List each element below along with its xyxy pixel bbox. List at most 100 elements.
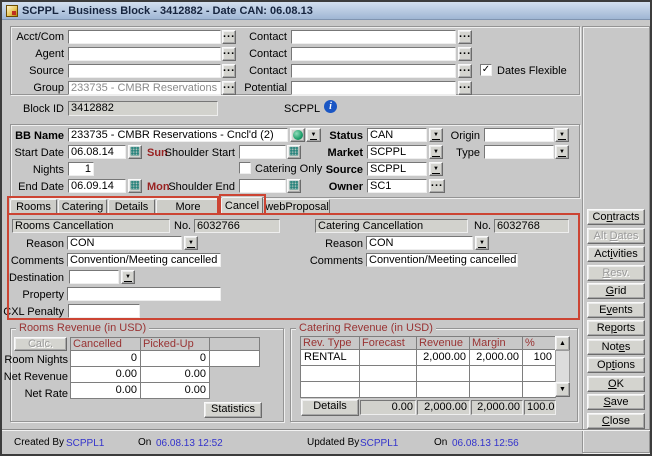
created-on-value: 06.08.13 12:52 (156, 438, 223, 449)
contracts-button[interactable]: Contracts (587, 209, 645, 225)
market-field[interactable]: SCPPL (367, 145, 427, 159)
button-label: Re (597, 322, 611, 334)
owner-lov-button[interactable]: ... (429, 179, 445, 193)
tab-catering[interactable]: Catering (58, 199, 107, 214)
shoulder-end-field[interactable] (239, 179, 286, 193)
notes-button[interactable]: Notes (587, 339, 645, 355)
catering-cancellation-no-field: 6032768 (494, 219, 569, 233)
empty-row-cell (359, 365, 417, 382)
agent-field[interactable] (68, 47, 221, 61)
button-label: ions (615, 359, 635, 371)
end-date-label: End Date (2, 181, 64, 193)
room-nights-label: Room Nights (2, 354, 68, 366)
catering-reason-field[interactable]: CON (366, 236, 473, 250)
potential-lov-button[interactable]: ... (458, 81, 472, 95)
ok-button[interactable]: OK (587, 376, 645, 392)
group-field[interactable]: 233735 - CMBR Reservations - Cncl'd (68, 81, 221, 95)
button-label: E (599, 304, 606, 316)
info-icon[interactable]: i (324, 100, 337, 113)
bb-name-field[interactable]: 233735 - CMBR Reservations - Cncl'd (2) (68, 128, 288, 142)
acct-com-field[interactable] (68, 30, 221, 44)
cxl-penalty-field[interactable] (68, 304, 140, 318)
scroll-up-button[interactable]: ▲ (555, 336, 570, 351)
scroll-down-button[interactable]: ▼ (555, 382, 570, 397)
total-revenue-field: 2,000.00 (417, 400, 470, 415)
button-hotkey: C (602, 415, 610, 427)
source-field[interactable] (68, 64, 221, 78)
end-date-field[interactable]: 06.09.14 (68, 179, 126, 193)
details-button[interactable]: Details (301, 399, 359, 416)
tab-more[interactable]: More (156, 199, 220, 214)
tab-rooms[interactable]: Rooms (10, 199, 57, 214)
block-id-label: Block ID (2, 103, 64, 115)
catering-comments-field[interactable]: Convention/Meeting cancelled (366, 253, 518, 267)
start-date-field[interactable]: 06.08.14 (68, 145, 126, 159)
rooms-comments-field[interactable]: Convention/Meeting cancelled (67, 253, 221, 267)
created-on-label: On (138, 437, 151, 448)
net-rate-picked-up: 0.00 (140, 382, 210, 399)
destination-field[interactable] (69, 270, 119, 284)
rooms-reason-label: Reason (2, 238, 64, 250)
type-dropdown-button[interactable]: ▼ (555, 145, 569, 159)
owner-field[interactable]: SC1 (367, 179, 427, 193)
catering-reason-dropdown-button[interactable]: ▼ (475, 236, 489, 250)
button-label: Not (602, 341, 619, 353)
shoulder-start-field[interactable] (239, 145, 286, 159)
grid-button[interactable]: Grid (587, 283, 645, 299)
net-revenue-picked-up: 0.00 (140, 366, 210, 383)
rooms-cancellation-title-field: Rooms Cancellation (12, 219, 170, 233)
type-field[interactable] (484, 145, 554, 159)
contact1-lov-button[interactable]: ... (458, 30, 472, 44)
contact2-field[interactable] (291, 47, 456, 61)
rooms-reason-field[interactable]: CON (67, 236, 182, 250)
status-field[interactable]: CAN (367, 128, 427, 142)
end-date-calendar-button[interactable]: ▦ (128, 179, 142, 193)
resv-button[interactable]: Resv. (587, 265, 645, 281)
origin-dropdown-button[interactable]: ▼ (555, 128, 569, 142)
statistics-button[interactable]: Statistics (204, 402, 262, 418)
contact2-lov-button[interactable]: ... (458, 47, 472, 61)
rooms-revenue-title: Rooms Revenue (in USD) (16, 322, 149, 334)
contact3-lov-button[interactable]: ... (458, 64, 472, 78)
alt-dates-button[interactable]: Alt Dates (587, 228, 645, 244)
activities-button[interactable]: Activities (587, 246, 645, 262)
owner-label: Owner (282, 181, 363, 193)
property-field[interactable] (67, 287, 221, 301)
potential-field[interactable] (291, 81, 456, 95)
button-label: lose (610, 415, 630, 427)
tab-cancel[interactable]: Cancel (221, 197, 263, 215)
source2-dropdown-button[interactable]: ▼ (429, 162, 443, 176)
block-id-field: 3412882 (68, 101, 218, 116)
empty-row-cell (416, 381, 470, 398)
dates-flexible-checkbox[interactable]: ✓ (480, 64, 492, 76)
rooms-no-label: No. (174, 220, 191, 232)
total-forecast-field: 0.00 (360, 400, 416, 415)
events-button[interactable]: Events (587, 302, 645, 318)
calc-button[interactable]: Calc. (14, 337, 67, 351)
nights-field[interactable]: 1 (68, 162, 94, 176)
close-button[interactable]: Close (587, 413, 645, 429)
tab-webproposal[interactable]: webProposal (264, 199, 330, 214)
contact3-field[interactable] (291, 64, 456, 78)
rental-forecast-cell (359, 349, 417, 366)
col-percent-header: % (522, 336, 556, 350)
dropdown-arrow-icon: ▼ (432, 166, 440, 174)
contact1-field[interactable] (291, 30, 456, 44)
start-date-calendar-button[interactable]: ▦ (128, 145, 142, 159)
options-button[interactable]: Options (587, 357, 645, 373)
catering-only-checkbox[interactable] (239, 162, 251, 174)
updated-by-label: Updated By (307, 437, 359, 448)
rooms-reason-dropdown-button[interactable]: ▼ (184, 236, 198, 250)
scrollbar-track[interactable] (555, 350, 570, 383)
save-button[interactable]: Save (587, 394, 645, 410)
origin-field[interactable] (484, 128, 554, 142)
source-label: Source (2, 65, 64, 77)
destination-dropdown-button[interactable]: ▼ (121, 270, 135, 284)
rooms-cancellation-no-field: 6032766 (194, 219, 280, 233)
tab-details[interactable]: Details (108, 199, 155, 214)
button-label: K (617, 378, 624, 390)
dropdown-arrow-icon: ▼ (124, 274, 132, 282)
reports-button[interactable]: Reports (587, 320, 645, 336)
contact2-label: Contact (202, 48, 287, 60)
source2-field[interactable]: SCPPL (367, 162, 427, 176)
